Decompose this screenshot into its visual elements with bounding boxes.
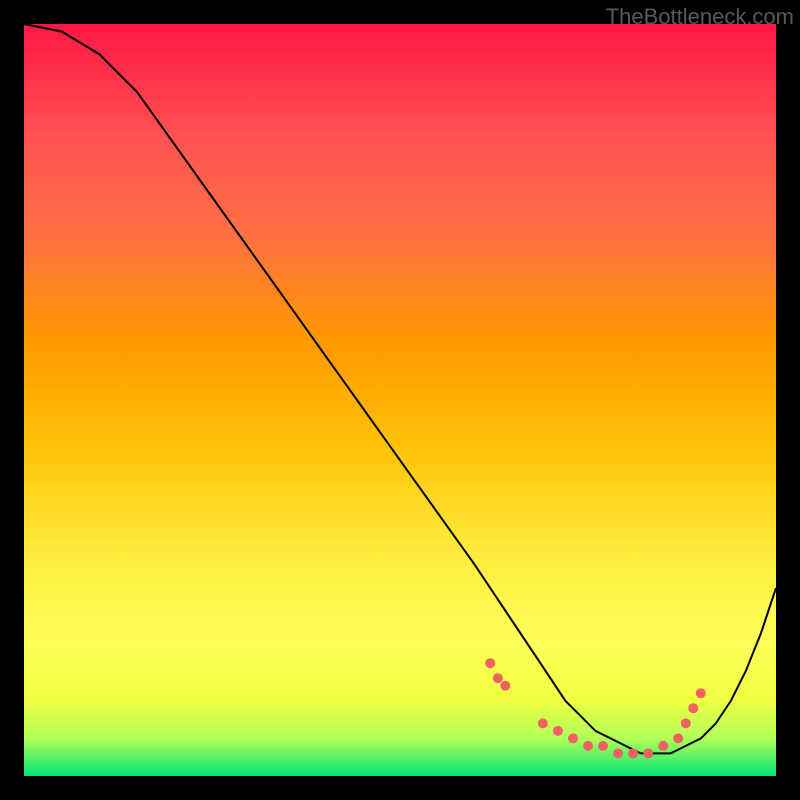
chart-curve xyxy=(24,24,776,753)
chart-marker xyxy=(500,681,510,691)
chart-marker xyxy=(485,658,495,668)
chart-marker xyxy=(628,748,638,758)
chart-marker xyxy=(673,733,683,743)
chart-marker xyxy=(493,673,503,683)
chart-marker xyxy=(538,718,548,728)
chart-marker xyxy=(643,748,653,758)
chart-marker xyxy=(553,726,563,736)
chart-marker xyxy=(696,688,706,698)
watermark-text: TheBottleneck.com xyxy=(606,4,794,30)
chart-marker xyxy=(681,718,691,728)
chart-marker xyxy=(598,741,608,751)
chart-marker xyxy=(568,733,578,743)
chart-marker xyxy=(583,741,593,751)
chart-marker xyxy=(658,741,668,751)
chart-markers xyxy=(485,658,706,758)
chart-marker xyxy=(613,748,623,758)
chart-container: TheBottleneck.com xyxy=(0,0,800,800)
chart-marker xyxy=(688,703,698,713)
chart-curve-layer xyxy=(24,24,776,776)
